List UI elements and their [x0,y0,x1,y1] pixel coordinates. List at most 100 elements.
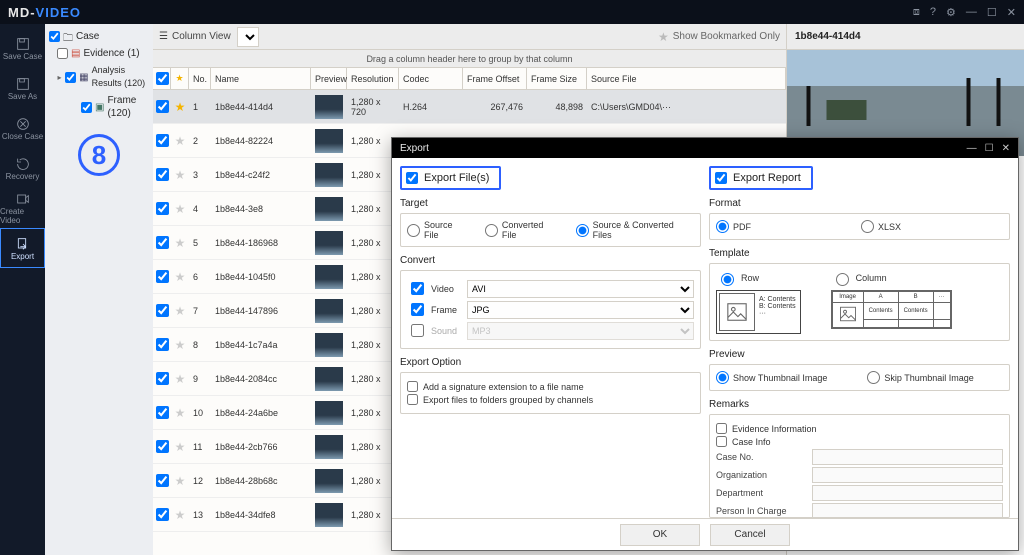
header-resolution[interactable]: Resolution [347,68,399,89]
cancel-button[interactable]: Cancel [710,524,790,546]
star-icon[interactable]: ★ [175,236,186,250]
preview-skip[interactable]: Skip Thumbnail Image [867,371,973,384]
header-source[interactable]: Source File [587,68,786,89]
star-icon[interactable]: ★ [175,270,186,284]
cell-preview [311,158,347,191]
dialog-maximize-icon[interactable]: ☐ [985,143,994,154]
target-both[interactable]: Source & Converted Files [576,220,694,240]
tree-analysis[interactable]: ▸▦Analysis Results (120) [47,62,151,92]
star-icon: ★ [658,30,669,44]
row-check[interactable] [156,372,169,385]
remarks-evidence[interactable]: Evidence Information [716,423,1003,434]
convert-frame-format[interactable]: JPG [467,301,694,319]
star-icon[interactable]: ★ [175,338,186,352]
tree-root[interactable]: 🗀Case [47,28,151,45]
convert-frame-check[interactable]: Frame [407,300,461,319]
show-bookmarked-toggle[interactable]: ★Show Bookmarked Only [658,30,780,44]
row-check[interactable] [156,338,169,351]
gear-icon[interactable]: ⚙ [946,6,956,19]
table-row[interactable]: ★11b8e44-414d41,280 x 720H.264267,47648,… [153,90,786,124]
row-check[interactable] [156,304,169,317]
header-check[interactable] [153,68,171,89]
target-source[interactable]: Source File [407,220,469,240]
caret-icon[interactable]: ▸ [57,71,62,84]
tree-frame-check[interactable] [81,102,92,113]
camera-icon[interactable]: ⧈ [913,6,920,19]
create-video-button[interactable]: Create Video [0,188,45,228]
row-check[interactable] [156,440,169,453]
help-icon[interactable]: ? [930,6,936,19]
dialog-titlebar[interactable]: Export — ☐ ✕ [392,138,1018,158]
target-converted[interactable]: Converted File [485,220,560,240]
star-icon[interactable]: ★ [175,134,186,148]
row-check[interactable] [156,202,169,215]
tree-root-check[interactable] [49,31,60,42]
department-field[interactable] [812,485,1003,501]
convert-video-check[interactable]: Video [407,279,461,298]
header-codec[interactable]: Codec [399,68,463,89]
close-case-button[interactable]: Close Case [0,108,45,148]
header-offset[interactable]: Frame Offset [463,68,527,89]
minimize-icon[interactable]: — [966,6,977,19]
star-icon[interactable]: ★ [175,440,186,454]
organization-field[interactable] [812,467,1003,483]
format-xlsx[interactable]: XLSX [861,220,901,233]
row-check[interactable] [156,168,169,181]
column-view-select[interactable] [237,27,259,47]
recovery-button[interactable]: Recovery [0,148,45,188]
header-star[interactable]: ★ [171,68,189,89]
dialog-close-icon[interactable]: ✕ [1002,143,1010,154]
group-drop-area[interactable]: Drag a column header here to group by th… [153,50,786,68]
case-no-label: Case No. [716,452,806,462]
export-report-toggle[interactable]: Export Report [709,166,813,190]
tree-evidence-check[interactable] [57,48,68,59]
save-case-button[interactable]: Save Case [0,28,45,68]
star-icon[interactable]: ★ [175,100,186,114]
save-as-button[interactable]: Save As [0,68,45,108]
template-label: Template [709,248,1010,259]
star-icon[interactable]: ★ [175,202,186,216]
close-icon[interactable]: ✕ [1007,6,1016,19]
tree-evidence[interactable]: ▤Evidence (1) [47,45,151,62]
case-no-field[interactable] [812,449,1003,465]
row-check[interactable] [156,508,169,521]
star-icon[interactable]: ★ [175,168,186,182]
remarks-caseinfo[interactable]: Case Info [716,436,1003,447]
tree-frame[interactable]: ▣Frame (120) [47,92,151,122]
cell-preview [311,328,347,361]
star-icon[interactable]: ★ [175,304,186,318]
row-check[interactable] [156,406,169,419]
row-check[interactable] [156,236,169,249]
person-field[interactable] [812,503,1003,518]
export-button[interactable]: Export [0,228,45,268]
thumbnail-icon [315,333,343,357]
evidence-icon: ▤ [71,47,80,60]
template-row-radio[interactable]: Row [716,270,801,286]
header-size[interactable]: Frame Size [527,68,587,89]
header-name[interactable]: Name [211,68,311,89]
dialog-minimize-icon[interactable]: — [967,143,977,154]
star-icon[interactable]: ★ [175,474,186,488]
template-column-radio[interactable]: Column [831,270,952,286]
preview-show[interactable]: Show Thumbnail Image [716,371,827,384]
export-files-toggle[interactable]: Export File(s) [400,166,501,190]
row-check[interactable] [156,474,169,487]
convert-sound-check[interactable]: Sound [407,321,461,340]
maximize-icon[interactable]: ☐ [987,6,997,19]
header-preview[interactable]: Preview [311,68,347,89]
star-icon[interactable]: ★ [175,406,186,420]
row-check[interactable] [156,100,169,113]
header-no[interactable]: No. [189,68,211,89]
option-signature[interactable]: Add a signature extension to a file name [407,381,694,392]
thumbnail-icon [315,129,343,153]
row-check[interactable] [156,270,169,283]
format-pdf[interactable]: PDF [716,220,751,233]
cell-name: 1b8e44-147896 [211,294,311,327]
star-icon[interactable]: ★ [175,372,186,386]
star-icon[interactable]: ★ [175,508,186,522]
option-folders[interactable]: Export files to folders grouped by chann… [407,394,694,405]
ok-button[interactable]: OK [620,524,700,546]
row-check[interactable] [156,134,169,147]
convert-video-format[interactable]: AVI [467,280,694,298]
tree-analysis-check[interactable] [65,72,76,83]
